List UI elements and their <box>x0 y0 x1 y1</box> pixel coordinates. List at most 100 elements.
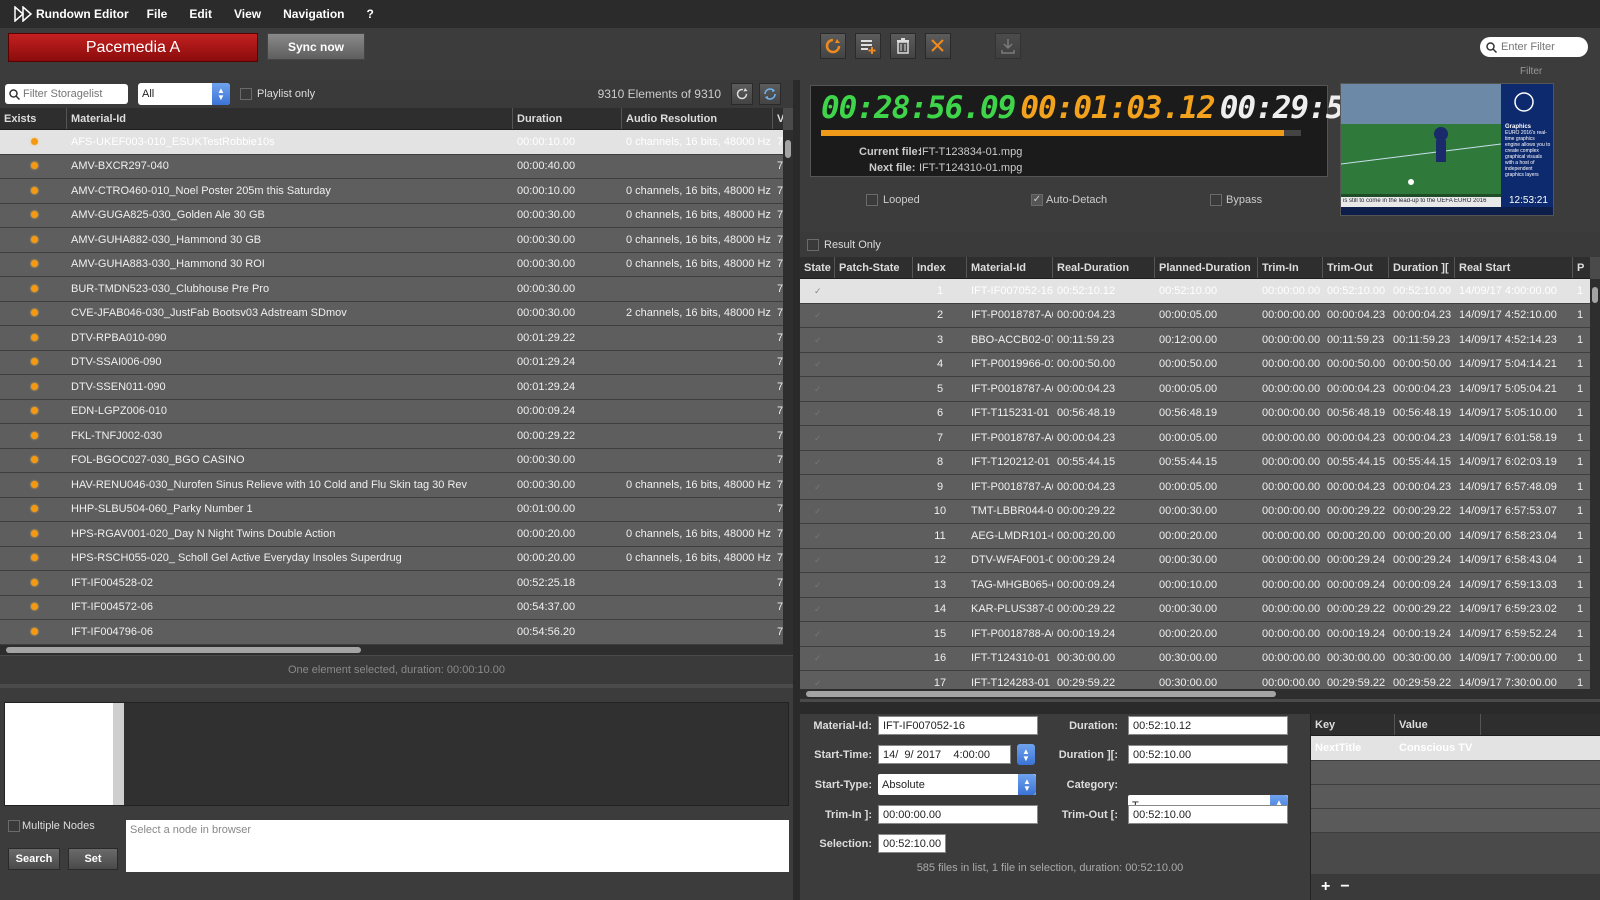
storage-vertical-scrollbar[interactable] <box>783 130 793 645</box>
storage-row[interactable]: EDN-LGPZ006-010 00:00:09.24 7 <box>0 399 783 424</box>
playlist-row[interactable]: ✓ 10 TMT-LBBR044-03 00:00:29.22 00:00:30.00 0… <box>800 499 1590 524</box>
storage-filter-input[interactable] <box>23 88 113 100</box>
storage-row[interactable]: HPS-RSCH055-020_ Scholl Gel Active Every… <box>0 546 783 571</box>
storage-row[interactable]: HPS-RGAV001-020_Day N Night Twins Double… <box>0 522 783 547</box>
col-duration-trim[interactable]: Duration ][ <box>1389 257 1455 278</box>
kv-key-header[interactable]: Key <box>1311 714 1395 735</box>
remove-key-button[interactable]: − <box>1340 878 1349 896</box>
kv-empty-row[interactable] <box>1311 760 1600 785</box>
storage-row[interactable]: DTV-RPBA010-090 00:01:29.22 7 <box>0 326 783 351</box>
storage-row[interactable]: HAV-RENU046-030_Nurofen Sinus Relieve wi… <box>0 473 783 498</box>
refresh-playlist-button[interactable] <box>820 33 846 59</box>
storage-type-select[interactable]: All ▲ ▼ <box>138 83 230 105</box>
storage-filter-box[interactable] <box>5 84 128 104</box>
menu-edit[interactable]: Edit <box>189 7 212 21</box>
storage-row[interactable]: AMV-GUHA882-030_Hammond 30 GB 00:00:30.00… <box>0 228 783 253</box>
scrollbar-thumb[interactable] <box>806 691 1276 697</box>
playlist-row[interactable]: ✓ 17 IFT-T124283-01 00:29:59.22 00:30:00.00 0… <box>800 671 1590 689</box>
playlist-row[interactable]: ✓ 6 IFT-T115231-01 00:56:48.19 00:56:48.19 00… <box>800 401 1590 426</box>
cut-button[interactable] <box>925 33 951 59</box>
set-button[interactable]: Set <box>68 848 118 870</box>
storage-row[interactable]: BUR-TMDN523-030_Clubhouse Pre Pro 00:00:3… <box>0 277 783 302</box>
col-trim-in[interactable]: Trim-In <box>1258 257 1323 278</box>
playlist-row[interactable]: ✓ 11 AEG-LMDR101-0 00:00:20.00 00:00:20.00 00… <box>800 524 1590 549</box>
kv-value-header[interactable]: Value <box>1395 714 1481 735</box>
playlist-horizontal-scrollbar[interactable] <box>800 689 1600 699</box>
global-filter-box[interactable] <box>1480 37 1588 57</box>
trim-in-field[interactable]: 00:00:00.00 <box>878 805 1038 824</box>
storage-row[interactable]: DTV-SSAI006-090 00:01:29.24 7 <box>0 350 783 375</box>
delete-button[interactable] <box>890 33 916 59</box>
col-v[interactable]: V <box>773 108 783 129</box>
col-real-duration[interactable]: Real-Duration <box>1053 257 1155 278</box>
scrollbar-thumb[interactable] <box>6 647 361 653</box>
col-index[interactable]: Index <box>913 257 967 278</box>
storage-row[interactable]: CVE-JFAB046-030_JustFab Bootsv03 Adstrea… <box>0 301 783 326</box>
menu-help[interactable]: ? <box>366 7 373 21</box>
playlist-row[interactable]: ✓ 13 TAG-MHGB065-0 00:00:09.24 00:00:10.00 00… <box>800 573 1590 598</box>
playlist-vertical-scrollbar[interactable] <box>1590 279 1600 689</box>
storage-row[interactable]: AMV-BXCR297-040 00:00:40.00 7 <box>0 154 783 179</box>
playlist-row[interactable]: ✓ 5 IFT-P0018787-A0 00:00:04.23 00:00:05.00 0… <box>800 377 1590 402</box>
storage-row[interactable]: IFT-IF004528-02 00:52:25.18 7 <box>0 571 783 596</box>
menu-file[interactable]: File <box>147 7 168 21</box>
start-type-select[interactable]: Absolute ▲ ▼ <box>878 774 1036 795</box>
start-time-field[interactable]: 14/ 9/ 2017 4:00:00 <box>878 745 1011 764</box>
col-duration[interactable]: Duration <box>513 108 622 129</box>
bypass-checkbox[interactable] <box>1210 194 1222 206</box>
col-material-id[interactable]: Material-Id <box>967 257 1053 278</box>
storage-row[interactable]: IFT-IF004796-06 00:54:56.20 7 <box>0 620 783 645</box>
playlist-row[interactable]: ✓ 15 IFT-P0018788-A0 00:00:19.24 00:00:20.00… <box>800 622 1590 647</box>
playlist-row[interactable]: ✓ 14 KAR-PLUS387-03 00:00:29.22 00:00:30.00 0… <box>800 597 1590 622</box>
storage-row[interactable]: AMV-GUHA883-030_Hammond 30 ROI 00:00:30.0… <box>0 252 783 277</box>
node-tree[interactable] <box>5 703 113 805</box>
menu-navigation[interactable]: Navigation <box>283 7 344 21</box>
playlist-only-checkbox[interactable] <box>240 88 252 100</box>
multiple-nodes-checkbox[interactable] <box>8 820 20 832</box>
storage-row[interactable]: DTV-SSEN011-090 00:01:29.24 7 <box>0 375 783 400</box>
node-path-field[interactable]: Select a node in browser <box>126 820 789 872</box>
duration2-field[interactable]: 00:52:10.00 <box>1128 745 1288 764</box>
storage-row[interactable]: AFS-UKEF003-010_ESUKTestRobbie10s 00:00:1… <box>0 130 783 155</box>
col-p[interactable]: P <box>1573 257 1590 278</box>
col-state[interactable]: State <box>800 257 835 278</box>
reload-storage-button[interactable] <box>731 83 753 105</box>
splitter[interactable] <box>793 80 800 900</box>
sync-storage-button[interactable] <box>759 83 781 105</box>
col-trim-out[interactable]: Trim-Out <box>1323 257 1389 278</box>
playlist-row[interactable]: ✓ 3 BBO-ACCB02-07: 00:11:59.23 00:12:00.00 00… <box>800 328 1590 353</box>
col-material-id[interactable]: Material-Id <box>67 108 513 129</box>
duration-field[interactable]: 00:52:10.12 <box>1128 716 1288 735</box>
playlist-row[interactable]: ✓ 16 IFT-T124310-01 00:30:00.00 00:30:00.00 0… <box>800 646 1590 671</box>
trim-out-field[interactable]: 00:52:10.00 <box>1128 805 1288 824</box>
storage-horizontal-scrollbar[interactable] <box>0 645 793 655</box>
col-exists[interactable]: Exists <box>0 108 67 129</box>
playlist-row[interactable]: ✓ 8 IFT-T120212-01 00:55:44.15 00:55:44.15 00… <box>800 450 1590 475</box>
selection-field[interactable]: 00:52:10.00 <box>878 834 946 853</box>
col-planned-duration[interactable]: Planned-Duration <box>1155 257 1258 278</box>
storage-row[interactable]: FKL-TNFJ002-030 00:00:29.22 7 <box>0 424 783 449</box>
playlist-row[interactable]: ✓ 7 IFT-P0018787-A0 00:00:04.23 00:00:05.00 0… <box>800 426 1590 451</box>
kv-empty-row[interactable] <box>1311 808 1600 833</box>
splitter-horizontal[interactable] <box>800 702 1600 714</box>
global-filter-input[interactable] <box>1501 41 1581 53</box>
col-patch-state[interactable]: Patch-State <box>835 257 913 278</box>
storage-row[interactable]: IFT-IF004572-06 00:54:37.00 7 <box>0 595 783 620</box>
playlist-row[interactable]: ✓ 9 IFT-P0018787-A0 00:00:04.23 00:00:05.00 0… <box>800 475 1590 500</box>
result-only-checkbox[interactable] <box>807 238 819 251</box>
scrollbar-thumb[interactable] <box>785 140 791 158</box>
add-key-button[interactable]: + <box>1321 878 1330 896</box>
storage-row[interactable]: AMV-CTRO460-010_Noel Poster 205m this Sa… <box>0 179 783 204</box>
menu-view[interactable]: View <box>234 7 261 21</box>
channel-button[interactable]: Pacemedia A <box>8 33 258 62</box>
auto-detach-checkbox[interactable]: ✓ <box>1031 194 1043 206</box>
playlist-row[interactable]: ✓ 1 IFT-IF007052-16 00:52:10.12 00:52:10.00 0… <box>800 279 1590 304</box>
col-real-start[interactable]: Real Start <box>1455 257 1573 278</box>
col-audio-resolution[interactable]: Audio Resolution <box>622 108 773 129</box>
playlist-row[interactable]: ✓ 12 DTV-WFAF001-0: 00:00:29.24 00:00:30.00 0… <box>800 548 1590 573</box>
material-id-field[interactable]: IFT-IF007052-16 <box>878 716 1038 735</box>
sync-now-button[interactable]: Sync now <box>267 33 365 60</box>
storage-row[interactable]: AMV-GUGA825-030_Golden Ale 30 GB 00:00:30… <box>0 203 783 228</box>
search-button[interactable]: Search <box>8 848 60 870</box>
import-button[interactable] <box>995 33 1021 59</box>
